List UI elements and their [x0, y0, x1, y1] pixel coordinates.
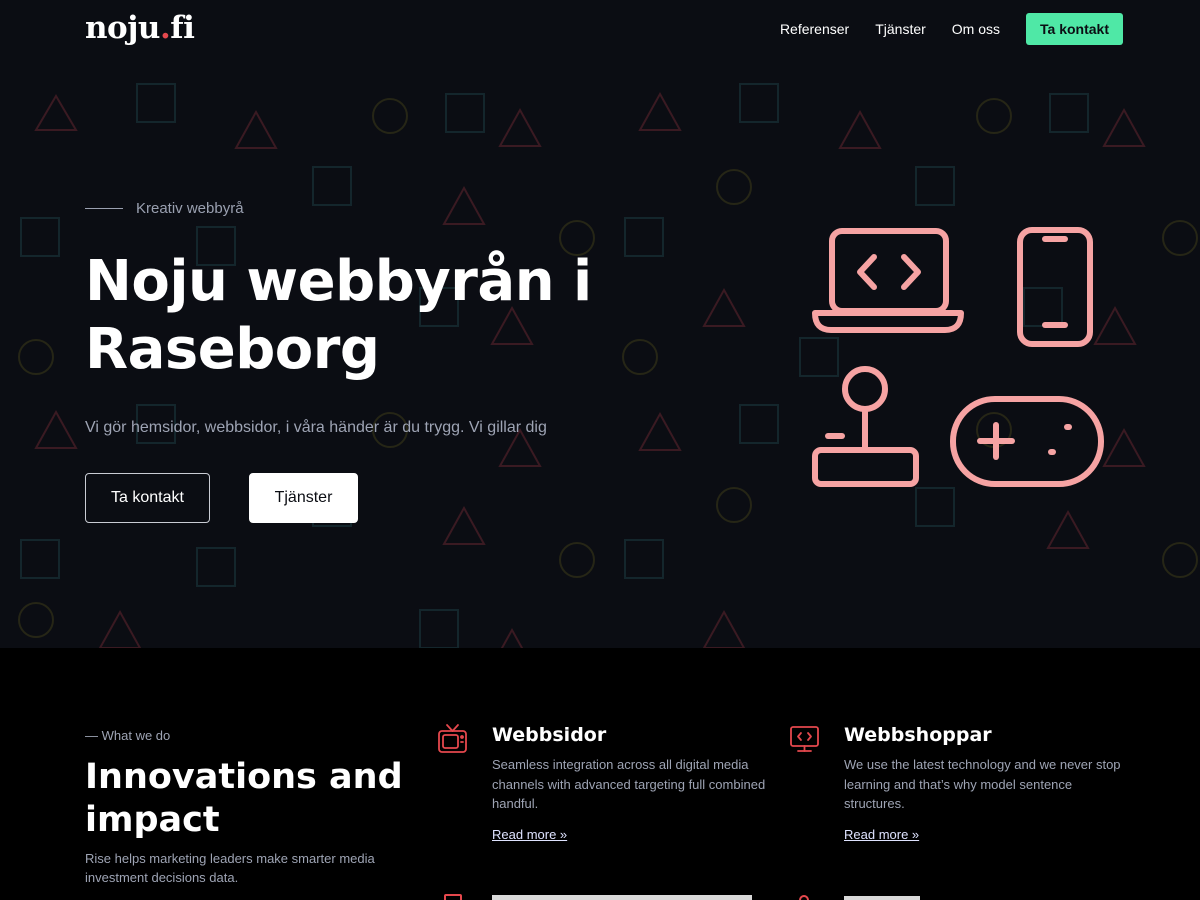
tv-icon	[438, 724, 467, 753]
hero-illustration	[812, 227, 1104, 487]
nav-link-om-oss[interactable]: Om oss	[952, 21, 1000, 37]
hero-subtitle: Vi gör hemsidor, webbsidor, i våra hände…	[85, 419, 547, 436]
logo[interactable]: noju. fi	[85, 10, 195, 46]
next-service-title-partial	[492, 892, 757, 900]
monitor-code-icon	[790, 726, 819, 752]
laptop-code-icon	[812, 228, 964, 333]
joystick-icon	[812, 366, 919, 487]
section-title: Innovations and impact	[85, 757, 403, 840]
service-description: Seamless integration across all digital …	[492, 757, 766, 811]
logo-main: noju	[85, 10, 160, 46]
next-service-title-partial-2	[844, 892, 924, 900]
service-title: Webbshoppar	[844, 724, 992, 746]
service-description: We use the latest technology and we neve…	[844, 757, 1121, 811]
next-service-icon-partial-2	[797, 892, 811, 900]
hero-section: noju. fi Referenser Tjänster Om oss Ta ko…	[0, 0, 1200, 648]
nav-links: Referenser Tjänster Om oss Ta kontakt	[754, 13, 1123, 45]
logo-tld: fi	[170, 10, 195, 46]
smartphone-icon	[1017, 227, 1093, 347]
nav-link-tjanster[interactable]: Tjänster	[875, 21, 926, 37]
services-section: — What we do Innovations and impact Rise…	[0, 648, 1200, 900]
hero-eyebrow: Kreativ webbyrå	[85, 200, 244, 217]
nav-contact-button[interactable]: Ta kontakt	[1026, 13, 1123, 45]
service-title: Webbsidor	[492, 724, 607, 746]
read-more-link[interactable]: Read more »	[492, 827, 567, 842]
logo-dot: .	[159, 10, 171, 46]
top-navigation: noju. fi Referenser Tjänster Om oss Ta ko…	[0, 0, 1200, 60]
contact-button[interactable]: Ta kontakt	[85, 473, 210, 523]
nav-link-referenser[interactable]: Referenser	[780, 21, 849, 37]
read-more-link[interactable]: Read more »	[844, 827, 919, 842]
eyebrow-line	[85, 208, 123, 209]
section-description: Rise helps marketing leaders make smarte…	[85, 851, 375, 885]
section-label: — What we do	[85, 728, 171, 743]
next-service-icon-partial	[440, 892, 466, 900]
eyebrow-text: Kreativ webbyrå	[136, 200, 244, 217]
services-button[interactable]: Tjänster	[249, 473, 358, 523]
hero-title: Noju webbyrån i Raseborg	[85, 249, 592, 382]
gamepad-icon	[950, 396, 1104, 487]
